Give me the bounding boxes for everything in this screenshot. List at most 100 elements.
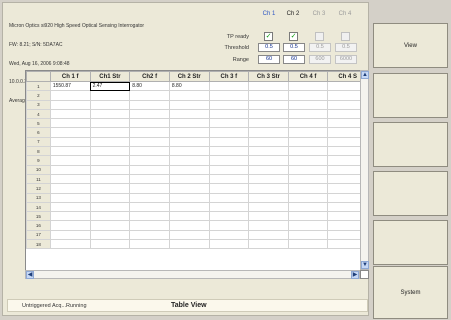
table-cell[interactable] — [248, 118, 289, 129]
tp-ready-checkbox-ch4[interactable] — [341, 32, 350, 41]
table-cell[interactable] — [168, 201, 210, 213]
table-cell[interactable] — [287, 118, 329, 129]
table-cell[interactable] — [208, 201, 250, 213]
table-cell[interactable] — [129, 99, 170, 110]
table-cell[interactable] — [248, 229, 289, 241]
table-cell[interactable] — [287, 229, 329, 241]
range-input-ch1[interactable]: 60 — [258, 55, 280, 64]
table-cell[interactable] — [129, 201, 170, 213]
table-cell[interactable] — [89, 108, 131, 120]
table-cell[interactable] — [208, 146, 250, 157]
table-cell[interactable] — [248, 155, 289, 166]
table-cell[interactable] — [49, 229, 91, 241]
table-cell[interactable] — [208, 173, 250, 185]
table-cell[interactable] — [49, 211, 91, 222]
threshold-input-ch1[interactable]: 0.5 — [258, 43, 280, 52]
table-cell[interactable] — [208, 136, 250, 148]
table-cell[interactable] — [129, 239, 170, 250]
table-cell[interactable] — [168, 146, 210, 157]
table-cell[interactable] — [248, 108, 289, 120]
table-cell[interactable] — [208, 229, 250, 241]
table-cell[interactable] — [89, 229, 131, 241]
table-cell[interactable] — [168, 99, 210, 110]
table-cell[interactable] — [248, 80, 289, 92]
table-cell[interactable] — [129, 108, 170, 120]
table-cell[interactable] — [208, 118, 250, 129]
side-button-4[interactable] — [373, 171, 448, 216]
table-cell[interactable] — [208, 183, 250, 194]
table-cell[interactable]: 8.80 — [168, 80, 210, 92]
table-cell[interactable] — [49, 173, 91, 185]
side-button-3[interactable] — [373, 122, 448, 167]
row-number-header[interactable] — [26, 71, 51, 82]
table-cell[interactable] — [287, 173, 329, 185]
table-cell[interactable] — [248, 239, 289, 250]
table-cell[interactable]: 1550.87 — [49, 80, 91, 92]
column-header[interactable]: Ch 3 Str — [248, 71, 289, 82]
table-cell[interactable] — [208, 211, 250, 222]
table-cell[interactable] — [89, 239, 131, 250]
threshold-input-ch4[interactable]: 0.5 — [335, 43, 357, 52]
table-cell[interactable] — [129, 136, 170, 148]
system-button[interactable]: System — [373, 266, 448, 319]
table-cell[interactable] — [49, 155, 91, 166]
table-cell[interactable] — [208, 108, 250, 120]
table-cell[interactable] — [129, 229, 170, 241]
table-cell[interactable] — [168, 192, 210, 203]
table-cell[interactable] — [49, 136, 91, 148]
table-cell[interactable] — [129, 118, 170, 129]
table-cell[interactable] — [168, 127, 210, 138]
table-cell[interactable] — [248, 192, 289, 203]
range-input-ch3[interactable]: 600 — [309, 55, 331, 64]
column-header[interactable]: Ch1 Str — [89, 71, 131, 82]
table-cell[interactable] — [287, 127, 329, 138]
table-cell[interactable] — [168, 183, 210, 194]
table-cell[interactable] — [89, 220, 131, 231]
table-cell[interactable] — [287, 90, 329, 101]
table-cell[interactable] — [287, 192, 329, 203]
table-cell[interactable] — [287, 183, 329, 194]
table-cell[interactable] — [248, 136, 289, 148]
table-cell[interactable] — [49, 183, 91, 194]
table-cell[interactable] — [89, 99, 131, 110]
table-cell[interactable] — [129, 146, 170, 157]
table-cell[interactable] — [248, 127, 289, 138]
range-input-ch4[interactable]: 6000 — [335, 55, 357, 64]
table-cell[interactable] — [49, 127, 91, 138]
table-cell[interactable] — [168, 239, 210, 250]
table-cell[interactable] — [248, 183, 289, 194]
table-cell[interactable] — [129, 192, 170, 203]
table-cell[interactable] — [287, 164, 329, 175]
scroll-right-arrow-icon[interactable]: ▶ — [351, 271, 359, 279]
table-cell[interactable] — [49, 164, 91, 175]
data-table[interactable]: Ch 1 f Ch1 Str Ch2 f Ch 2 Str Ch 3 f Ch 3 Str… — [25, 70, 369, 279]
table-cell[interactable] — [208, 155, 250, 166]
table-cell[interactable] — [49, 99, 91, 110]
table-cell[interactable] — [49, 239, 91, 250]
tp-ready-checkbox-ch2[interactable]: ✓ — [289, 32, 298, 41]
table-cell[interactable] — [208, 164, 250, 175]
table-cell[interactable] — [248, 164, 289, 175]
table-cell[interactable] — [89, 127, 131, 138]
table-cell[interactable] — [129, 90, 170, 101]
table-cell[interactable] — [49, 118, 91, 129]
table-cell[interactable] — [168, 211, 210, 222]
table-cell[interactable] — [287, 155, 329, 166]
table-cell[interactable] — [89, 164, 131, 175]
table-cell[interactable] — [287, 239, 329, 250]
table-cell[interactable] — [89, 183, 131, 194]
table-cell[interactable] — [49, 108, 91, 120]
table-cell[interactable] — [168, 164, 210, 175]
table-cell[interactable] — [287, 211, 329, 222]
table-cell[interactable] — [208, 90, 250, 101]
column-header[interactable]: Ch 3 f — [208, 71, 250, 82]
column-header[interactable]: Ch 2 Str — [168, 71, 210, 82]
table-cell[interactable] — [208, 220, 250, 231]
table-cell[interactable] — [89, 211, 131, 222]
range-input-ch2[interactable]: 60 — [283, 55, 305, 64]
table-cell[interactable] — [129, 211, 170, 222]
tp-ready-checkbox-ch1[interactable]: ✓ — [264, 32, 273, 41]
table-cell[interactable] — [49, 201, 91, 213]
table-cell[interactable] — [287, 136, 329, 148]
scroll-up-arrow-icon[interactable]: ▲ — [361, 71, 369, 79]
